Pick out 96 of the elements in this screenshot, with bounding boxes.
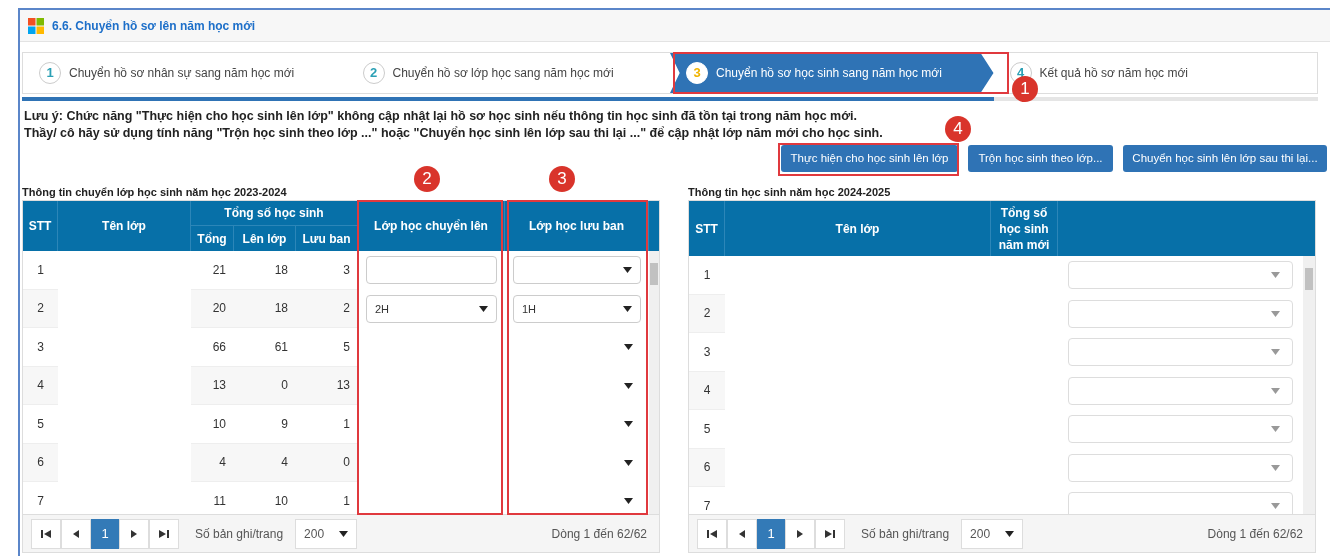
table-cell: 0	[296, 443, 358, 482]
page-size-select[interactable]: 200	[295, 518, 358, 549]
caret-icon	[479, 305, 488, 312]
first-page-button[interactable]	[697, 518, 727, 549]
caret-icon	[1271, 426, 1280, 433]
wizard-step[interactable]: 1 Chuyển hồ sơ nhân sự sang năm học mới	[39, 62, 295, 84]
table-title: Thông tin học sinh năm học 2024-2025	[688, 185, 892, 200]
column-header: Lớp học chuyển lên	[358, 201, 505, 251]
table-cell: 4	[191, 443, 234, 482]
last-page-button[interactable]	[815, 518, 845, 549]
caret-icon	[624, 498, 633, 505]
caret-icon	[624, 459, 633, 466]
class-select[interactable]	[513, 256, 641, 285]
table-cell: 18	[234, 289, 296, 328]
column-header	[649, 201, 659, 251]
class-select[interactable]	[1068, 299, 1293, 328]
scrollbar[interactable]	[1303, 256, 1315, 514]
last-page-button[interactable]	[149, 518, 179, 549]
page-button[interactable]: 1	[757, 518, 785, 549]
callout-badge: 2	[414, 166, 440, 192]
caret-icon	[1271, 387, 1280, 394]
class-select[interactable]	[1068, 376, 1293, 405]
note-text: Thầy/ cô hãy sử dụng tính năng "Trộn học sinh theo lớp ..." hoặc "Chuyển học sinh lên lớp sau thi lại ..." để cập nhật lớp năm mới cho học sinh.	[24, 126, 883, 140]
record-summary: Dòng 1 đến 62/62	[1207, 525, 1304, 543]
caret-icon	[623, 305, 632, 312]
caret-icon	[624, 344, 633, 351]
caret-icon	[623, 267, 632, 274]
table-cell: 2	[296, 289, 358, 328]
column-header: STT	[689, 201, 725, 256]
table-cell: 0	[234, 366, 296, 405]
previous-page-button[interactable]	[727, 518, 757, 549]
page-size-select[interactable]: 200	[961, 518, 1024, 549]
page-title: 6.6. Chuyển hồ sơ lên năm học mới	[52, 17, 256, 35]
previous-page-button[interactable]	[61, 518, 91, 549]
last-page-icon	[159, 529, 169, 538]
next-page-button[interactable]	[119, 518, 149, 549]
table-cell: 6	[689, 448, 725, 487]
callout-badge: 3	[549, 166, 575, 192]
next-page-button[interactable]	[785, 518, 815, 549]
table-title: Thông tin chuyển lớp học sinh năm học 2023-2024	[22, 185, 288, 200]
caret-icon	[1271, 349, 1280, 356]
class-select[interactable]	[1068, 261, 1293, 290]
action-button[interactable]: Trộn học sinh theo lớp...	[968, 145, 1113, 172]
scrollbar[interactable]	[649, 251, 659, 514]
action-button[interactable]: Chuyển học sinh lên lớp sau thi lại...	[1123, 145, 1327, 172]
column-header: Lên lớp	[234, 226, 296, 251]
column-header: Lớp học lưu ban	[505, 201, 649, 251]
class-select[interactable]	[1068, 453, 1293, 482]
caret-icon	[1271, 464, 1280, 471]
callout-badge: 4	[945, 116, 971, 142]
column-header: Tên lớp	[725, 201, 991, 256]
caret-icon	[1271, 272, 1280, 279]
caret-icon	[1271, 503, 1280, 510]
class-select[interactable]	[1068, 338, 1293, 367]
column-header: STT	[23, 201, 58, 251]
page-size-label: Số bản ghi/trang	[861, 525, 950, 543]
column-header: Lưu ban	[296, 226, 358, 251]
table-cell: 2	[689, 294, 725, 333]
page-button[interactable]: 1	[91, 518, 119, 549]
column-header: Tên lớp	[58, 201, 191, 251]
column-header: Tổng	[191, 226, 234, 251]
table-cell: 4	[234, 443, 296, 482]
class-select[interactable]	[1068, 492, 1293, 514]
record-summary: Dòng 1 đến 62/62	[551, 525, 648, 543]
caret-icon	[1005, 530, 1015, 537]
previous-page-icon	[71, 529, 81, 538]
column-header: Tổng số học sinh	[191, 201, 358, 226]
class-input[interactable]	[366, 256, 497, 285]
first-page-icon	[707, 529, 717, 538]
caret-icon	[624, 382, 633, 389]
next-page-icon	[129, 529, 139, 538]
previous-page-icon	[737, 529, 747, 538]
last-page-icon	[825, 529, 835, 538]
caret-icon	[339, 530, 349, 537]
table-cell: 13	[296, 366, 358, 405]
first-page-icon	[41, 529, 51, 538]
page-size-label: Số bản ghi/trang	[195, 525, 284, 543]
table-cell: 2	[23, 289, 58, 328]
caret-icon	[1271, 310, 1280, 317]
next-page-icon	[795, 529, 805, 538]
table-cell: 20	[191, 289, 234, 328]
class-select[interactable]: 2H	[366, 294, 497, 323]
class-select[interactable]: 1H	[513, 294, 641, 323]
class-select[interactable]	[1068, 415, 1293, 444]
windows-logo-icon	[28, 17, 44, 34]
table-cell: 13	[191, 366, 234, 405]
action-button[interactable]: Thực hiện cho học sinh lên lớp	[781, 145, 958, 172]
table-cell: 6	[23, 443, 58, 482]
wizard-step[interactable]: 3 Chuyển hồ sơ học sinh sang năm học mới	[686, 62, 942, 84]
column-header: Tổng số học sinh năm mới	[991, 201, 1058, 256]
wizard-step[interactable]: 2 Chuyển hồ sơ lớp học sang năm học mới	[362, 62, 614, 84]
table-cell: 4	[689, 371, 725, 410]
caret-icon	[624, 421, 633, 428]
first-page-button[interactable]	[31, 518, 61, 549]
note-text: Lưu ý: Chức năng "Thực hiện cho học sinh lên lớp" không cập nhật lại hồ sơ học sinh nếu thông tin học sinh đã tồn tại trong năm học mới.	[24, 109, 858, 123]
table-cell: 4	[23, 366, 58, 405]
